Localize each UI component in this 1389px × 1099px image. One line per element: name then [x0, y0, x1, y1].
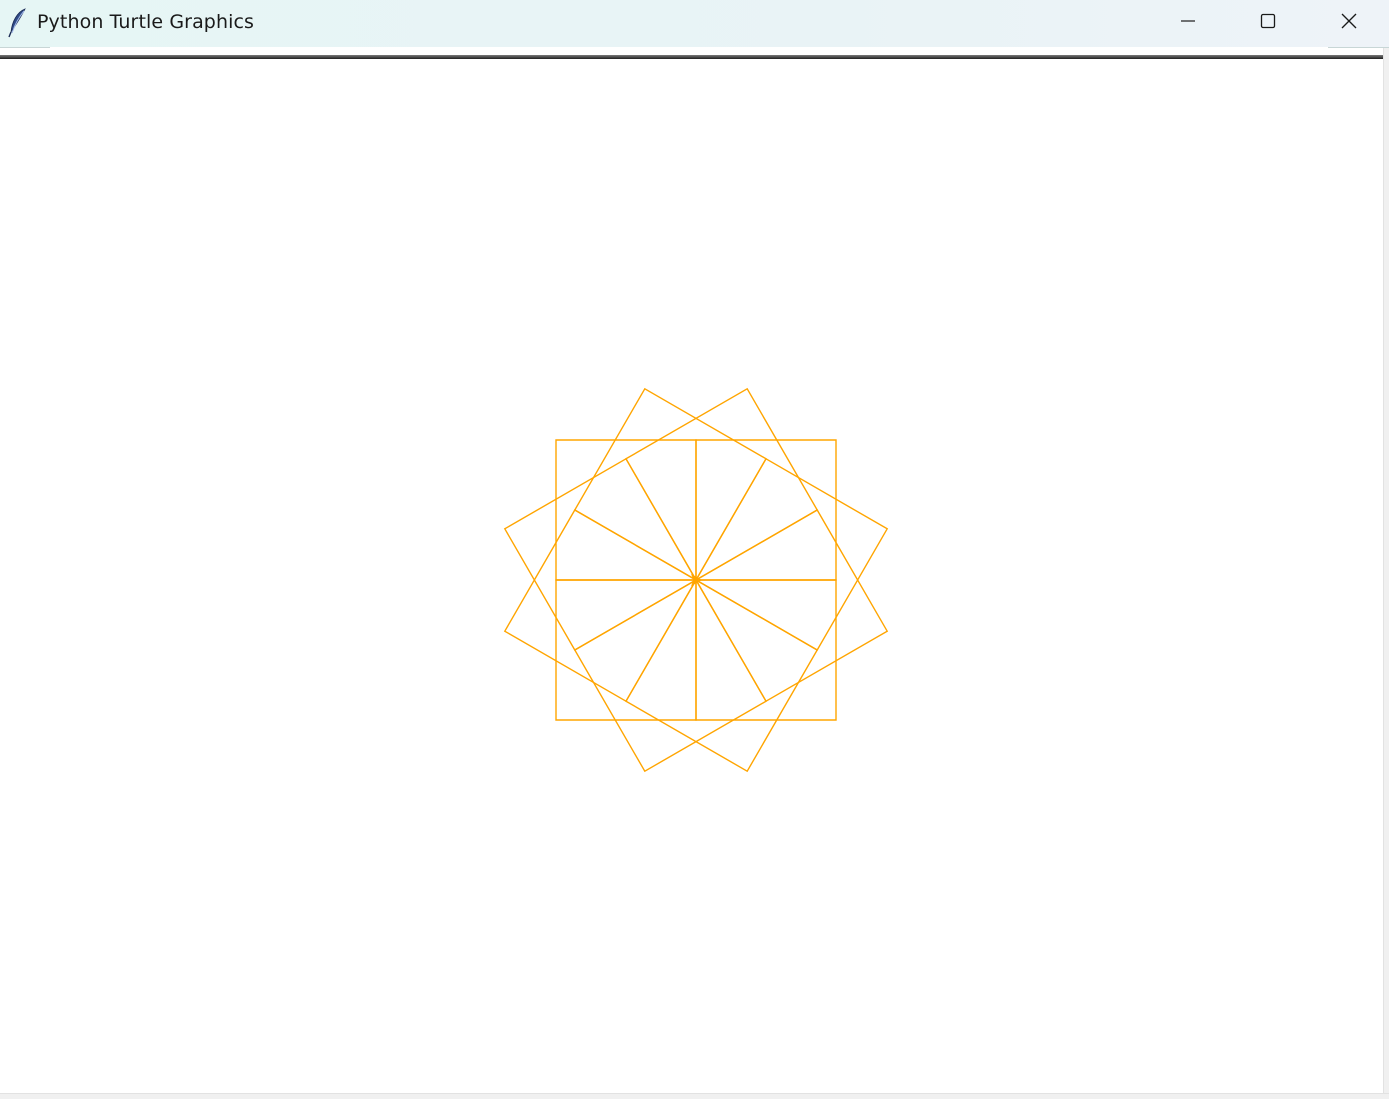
- turtle-square: [695, 439, 837, 581]
- turtle-square: [625, 579, 819, 773]
- turtle-square: [503, 457, 697, 651]
- turtle-square: [695, 509, 889, 703]
- turtle-square: [503, 509, 697, 703]
- turtle-square: [573, 579, 767, 773]
- turtle-square: [695, 579, 837, 721]
- turtle-square: [625, 387, 819, 581]
- turtle-square: [695, 457, 889, 651]
- turtle-drawing: [503, 387, 889, 773]
- turtle-square: [573, 387, 767, 581]
- turtle-square: [555, 579, 697, 721]
- turtle-square: [555, 439, 697, 581]
- turtle-window: Python Turtle Graphics: [0, 0, 1389, 1099]
